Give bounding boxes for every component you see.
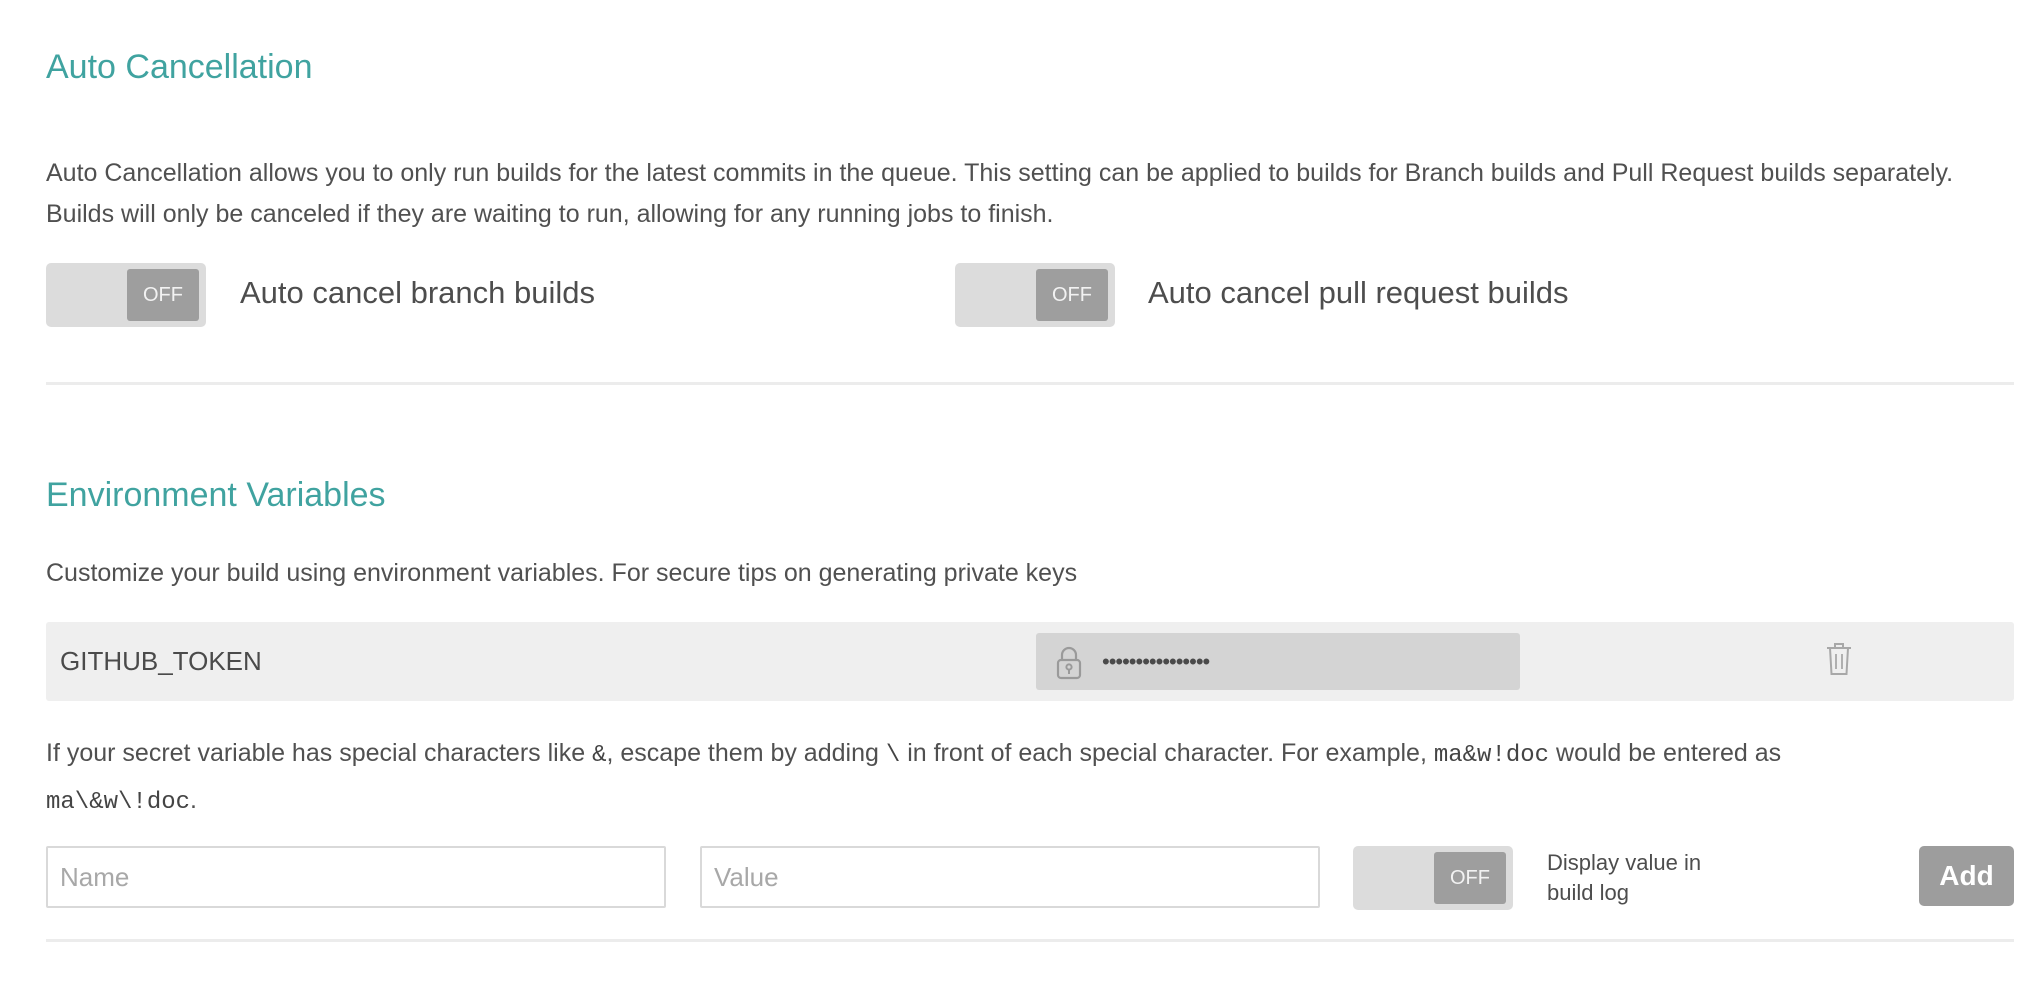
toggle-knob: OFF	[1036, 269, 1108, 321]
toggle-knob: OFF	[127, 269, 199, 321]
toggle-knob: OFF	[1434, 852, 1506, 904]
env-variable-row: GITHUB_TOKEN ••••••••••••••••	[46, 622, 2014, 701]
code-ampersand: &	[592, 742, 607, 769]
display-value-label: Display value in build log	[1547, 850, 1702, 905]
code-example: ma&w!doc	[1433, 742, 1550, 769]
variable-name-input[interactable]	[46, 846, 666, 908]
note-text: , escape them by adding	[606, 739, 886, 767]
note-text: .	[190, 786, 197, 814]
add-variable-button[interactable]: Add	[1919, 846, 2014, 906]
section-divider	[46, 382, 2014, 385]
code-escaped-example: ma\&w\!doc	[46, 789, 191, 816]
environment-variables-description: Customize your build using environment v…	[46, 559, 1078, 587]
settings-page: Auto Cancellation Auto Cancellation allo…	[0, 0, 2030, 992]
masked-value: ••••••••••••••••	[1102, 649, 1210, 674]
secret-characters-note: If your secret variable has special char…	[46, 731, 1986, 825]
variable-value-input[interactable]	[700, 846, 1320, 908]
auto-cancel-branch-toggle[interactable]: OFF	[46, 263, 206, 327]
note-text: If your secret variable has special char…	[46, 739, 593, 767]
auto-cancellation-description: Auto Cancellation allows you to only run…	[46, 159, 1954, 228]
auto-cancel-pr-label: Auto cancel pull request builds	[1148, 275, 1569, 310]
code-backslash: \	[885, 742, 901, 769]
lock-icon	[1054, 645, 1084, 681]
auto-cancel-branch-label: Auto cancel branch builds	[240, 275, 596, 310]
trash-icon[interactable]	[1824, 640, 1854, 678]
auto-cancel-pr-toggle[interactable]: OFF	[955, 263, 1115, 327]
display-value-toggle[interactable]: OFF	[1353, 846, 1513, 910]
note-text: in front of each special character. For …	[900, 739, 1434, 767]
environment-variables-heading: Environment Variables	[46, 476, 386, 514]
auto-cancellation-heading: Auto Cancellation	[46, 48, 313, 86]
note-text: would be entered as	[1549, 739, 1782, 767]
env-variable-value: ••••••••••••••••	[1036, 633, 1520, 690]
section-divider	[46, 939, 2014, 942]
env-variable-name: GITHUB_TOKEN	[60, 646, 262, 676]
